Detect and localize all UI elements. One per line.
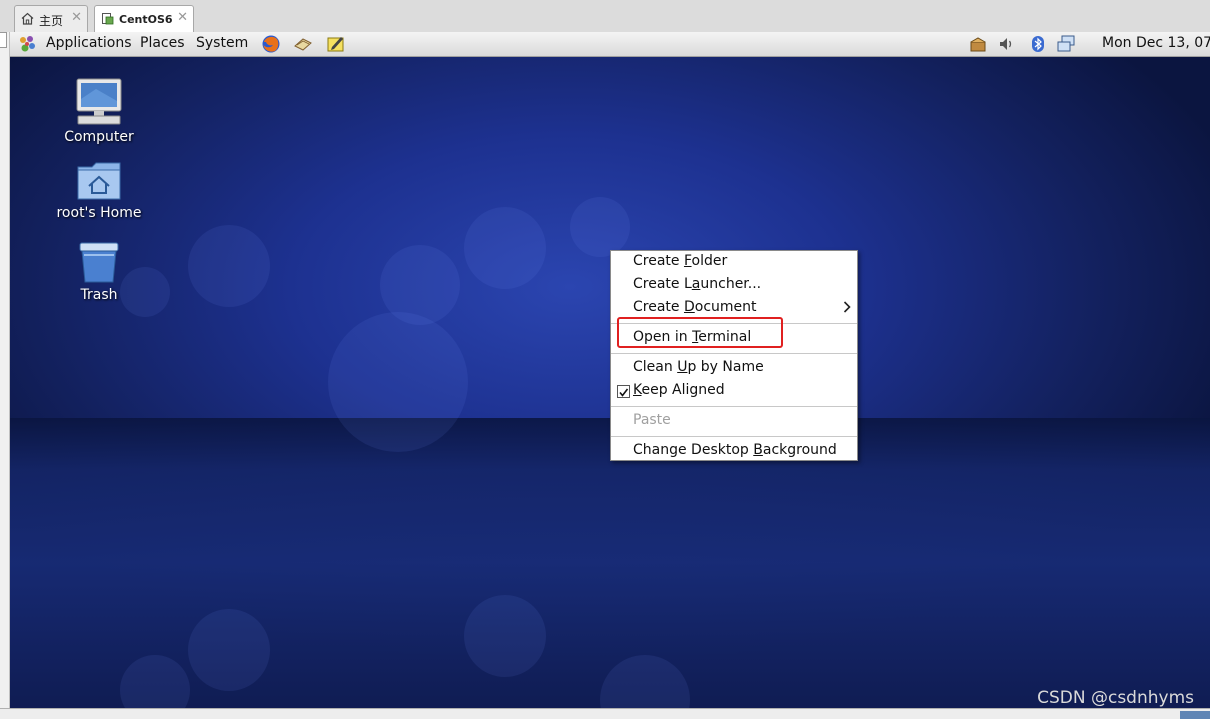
close-icon[interactable]: ✕ — [71, 10, 82, 25]
menu-item-change-background[interactable]: Change Desktop Background — [611, 440, 857, 463]
keep-aligned-checkbox[interactable] — [617, 385, 630, 398]
home-icon — [21, 12, 34, 25]
network-icon[interactable] — [1056, 34, 1076, 54]
wallpaper-bubble — [570, 197, 630, 257]
desktop-icon-label: root's Home — [56, 205, 142, 221]
computer-icon — [76, 78, 122, 125]
menu-places[interactable]: Places — [140, 35, 185, 51]
menu-separator — [611, 406, 857, 407]
menu-item-create-folder[interactable]: Create Folder — [611, 251, 857, 274]
desktop-icon-computer[interactable]: Computer — [54, 77, 144, 145]
wallpaper-bubble — [328, 312, 468, 452]
vm-icon — [102, 13, 114, 25]
vm-status-bar — [0, 708, 1210, 719]
desktop-icon-label: Trash — [80, 287, 118, 303]
notes-icon[interactable] — [326, 34, 346, 54]
gnome-foot-icon — [20, 36, 35, 52]
annotation-highlight-box — [617, 317, 783, 348]
tab-label: 主页 — [39, 14, 64, 28]
mail-icon[interactable] — [293, 34, 313, 54]
wallpaper-bubble — [188, 609, 270, 691]
bluetooth-icon[interactable] — [1028, 34, 1048, 54]
desktop-icon-label: Computer — [64, 129, 134, 145]
desktop-icon-trash[interactable]: Trash — [54, 241, 144, 303]
watermark: CSDN @csdnhyms — [1037, 688, 1194, 708]
sidebar-toggle[interactable] — [0, 32, 7, 48]
volume-icon[interactable] — [997, 34, 1017, 54]
vm-left-edge — [0, 32, 10, 718]
wallpaper-bubble — [464, 207, 546, 289]
desktop-icon-home[interactable]: root's Home — [54, 161, 144, 221]
panel-clock[interactable]: Mon Dec 13, 07 — [1102, 35, 1210, 51]
firefox-icon[interactable] — [261, 34, 281, 54]
checkmark-icon — [619, 388, 629, 397]
close-icon[interactable]: ✕ — [177, 10, 188, 25]
menu-separator — [611, 436, 857, 437]
home-folder-icon — [77, 162, 121, 200]
desktop-context-menu: Create Folder Create Launcher... Create … — [610, 250, 858, 461]
tab-label: CentOS6 — [119, 13, 173, 26]
menu-separator — [611, 353, 857, 354]
chevron-right-icon — [843, 301, 851, 313]
gnome-top-panel: Applications Places System Mon Dec 13, 0… — [10, 32, 1210, 57]
menu-applications[interactable]: Applications — [46, 35, 132, 51]
wallpaper-bubble — [464, 595, 546, 677]
wallpaper-bubble — [188, 225, 270, 307]
menu-item-paste: Paste — [633, 412, 671, 428]
vm-tab-strip: 主页 ✕ CentOS6 ✕ — [0, 0, 1210, 33]
menu-item-keep-aligned[interactable]: Keep Aligned — [611, 380, 857, 403]
trash-icon — [79, 242, 119, 283]
menu-item-create-launcher[interactable]: Create Launcher... — [611, 274, 857, 297]
tab-centos6[interactable]: CentOS6 ✕ — [94, 5, 194, 33]
menu-system[interactable]: System — [196, 35, 248, 51]
tab-home[interactable]: 主页 ✕ — [14, 5, 88, 32]
updates-icon[interactable] — [968, 34, 988, 54]
menu-item-clean-up[interactable]: Clean Up by Name — [611, 357, 857, 380]
